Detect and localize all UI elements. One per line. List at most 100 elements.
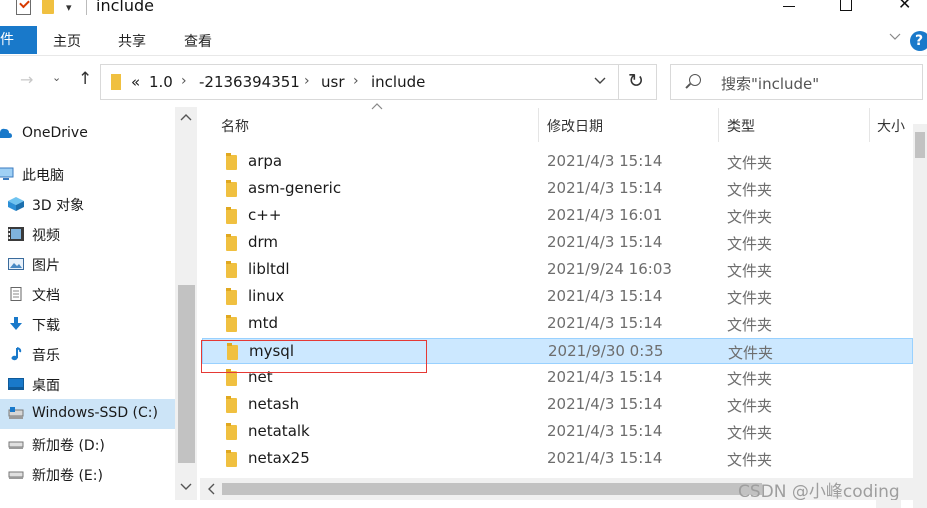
help-icon[interactable]: ? [910,31,927,51]
column-header-label: 修改日期 [547,119,603,135]
column-header-type[interactable]: 类型 [720,104,870,146]
file-modified: 2021/4/3 15:14 [547,449,663,467]
nav-item-label: 桌面 [32,378,60,394]
file-list: 名称 修改日期 类型 大小 arpa 2021/4/3 15:14 文件夹 asm-… [200,100,927,508]
folder-icon [226,315,237,332]
file-type: 文件夹 [728,344,774,362]
file-row[interactable]: drm 2021/4/3 15:14 文件夹 [202,230,913,256]
address-divider [618,65,619,99]
vertical-scrollbar[interactable] [913,124,927,508]
computer-icon [0,167,14,180]
breadcrumb-chevron-icon[interactable]: › [353,73,359,89]
tab-file-label: 文件 [0,32,14,48]
file-type: 文件夹 [727,316,773,334]
column-header-size[interactable]: 大小 [870,104,913,146]
breadcrumb-usr[interactable]: usr [321,73,345,91]
nav-item-drive-d[interactable]: 新加卷 (D:) [0,429,175,459]
file-modified: 2021/4/3 15:14 [547,422,663,440]
file-row[interactable]: netax25 2021/4/3 15:14 文件夹 [202,446,913,472]
nav-item-3d-objects[interactable]: 3D 对象 [0,189,175,219]
file-type: 文件夹 [727,262,773,280]
expand-ribbon-icon[interactable] [889,30,901,42]
breadcrumb-chevron-icon[interactable]: › [181,73,187,89]
file-row[interactable]: arpa 2021/4/3 15:14 文件夹 [202,149,913,175]
nav-item-onedrive[interactable]: OneDrive [0,119,175,149]
3d-objects-icon [8,197,24,211]
file-row[interactable]: libltdl 2021/9/24 16:03 文件夹 [202,257,913,283]
scrollbar-thumb[interactable] [178,285,195,463]
refresh-icon[interactable]: ↻ [628,70,644,92]
tab-home[interactable]: 主页 [53,31,81,51]
tab-view[interactable]: 查看 [184,31,212,51]
desktop-icon [8,378,24,390]
title-bar: ▾ include ✕ [0,0,927,18]
folder-icon [226,207,237,224]
breadcrumb-include[interactable]: include [371,73,425,91]
scroll-down-icon[interactable] [180,482,192,492]
file-row[interactable]: mtd 2021/4/3 15:14 文件夹 [202,311,913,337]
customize-quick-access-icon[interactable]: ▾ [66,1,72,14]
nav-item-drive-e[interactable]: 新加卷 (E:) [0,459,175,489]
forward-arrow-icon[interactable]: → [20,70,33,89]
address-dropdown-icon[interactable] [593,73,607,87]
tab-file[interactable]: 文件 [0,26,37,54]
nav-item-label: 新加卷 (E:) [32,468,103,484]
scrollbar-thumb[interactable] [915,132,925,158]
scroll-up-icon[interactable] [180,112,192,122]
column-header-name[interactable]: 名称 [200,104,540,146]
column-header-modified[interactable]: 修改日期 [540,104,720,146]
navigation-pane: OneDrive 此电脑 3D 对象 视频 图片 文档 下载 音乐 桌面 Win… [0,107,197,508]
file-modified: 2021/4/3 16:01 [547,206,663,224]
nav-item-downloads[interactable]: 下载 [0,309,175,339]
nav-item-videos[interactable]: 视频 [0,219,175,249]
music-icon [11,347,22,361]
file-type: 文件夹 [727,181,773,199]
address-bar[interactable]: « 1.0 › -2136394351 › usr › include ↻ [100,64,657,100]
nav-item-label: 音乐 [32,348,60,364]
file-modified: 2021/4/3 15:14 [547,287,663,305]
minimize-button[interactable] [783,6,795,7]
breadcrumb-id[interactable]: -2136394351 [199,73,300,91]
nav-item-music[interactable]: 音乐 [0,339,175,369]
file-name: linux [248,287,285,305]
folder-icon [226,450,237,467]
file-row[interactable]: netatalk 2021/4/3 15:14 文件夹 [202,419,913,445]
file-type: 文件夹 [727,208,773,226]
column-divider[interactable] [538,108,539,142]
folder-icon [226,423,237,440]
file-row[interactable]: asm-generic 2021/4/3 15:14 文件夹 [202,176,913,202]
column-divider[interactable] [718,108,719,142]
tab-share[interactable]: 共享 [118,31,146,51]
file-modified: 2021/4/3 15:14 [547,152,663,170]
search-icon [689,74,701,86]
file-row[interactable]: netash 2021/4/3 15:14 文件夹 [202,392,913,418]
folder-icon [226,396,237,413]
nav-item-windows-ssd[interactable]: Windows-SSD (C:) [0,399,175,429]
properties-quick-access-icon[interactable] [16,0,31,15]
maximize-button[interactable] [840,0,852,11]
recent-locations-icon[interactable]: ⌄ [52,71,61,84]
scrollbar-thumb[interactable] [222,483,762,495]
close-button[interactable]: ✕ [898,0,911,13]
nav-item-this-pc[interactable]: 此电脑 [0,159,175,189]
new-folder-quick-access-icon[interactable] [42,0,54,14]
file-row[interactable]: linux 2021/4/3 15:14 文件夹 [202,284,913,310]
search-box[interactable]: 搜索"include" [670,64,923,100]
breadcrumb-1.0[interactable]: 1.0 [149,73,173,91]
download-icon [10,317,22,330]
nav-item-documents[interactable]: 文档 [0,279,175,309]
nav-item-label: 3D 对象 [32,198,85,214]
nav-item-pictures[interactable]: 图片 [0,249,175,279]
file-type: 文件夹 [727,370,773,388]
breadcrumb-overflow[interactable]: « [131,73,140,91]
file-name: arpa [248,152,283,170]
breadcrumb-chevron-icon[interactable]: › [304,73,310,89]
file-name: mtd [248,314,279,332]
up-arrow-icon[interactable]: ↑ [78,69,92,89]
file-type: 文件夹 [727,154,773,172]
navigation-scrollbar[interactable] [175,107,197,500]
folder-icon [226,153,237,170]
file-row[interactable]: c++ 2021/4/3 16:01 文件夹 [202,203,913,229]
scroll-left-icon[interactable] [206,483,216,495]
nav-item-desktop[interactable]: 桌面 [0,369,175,399]
